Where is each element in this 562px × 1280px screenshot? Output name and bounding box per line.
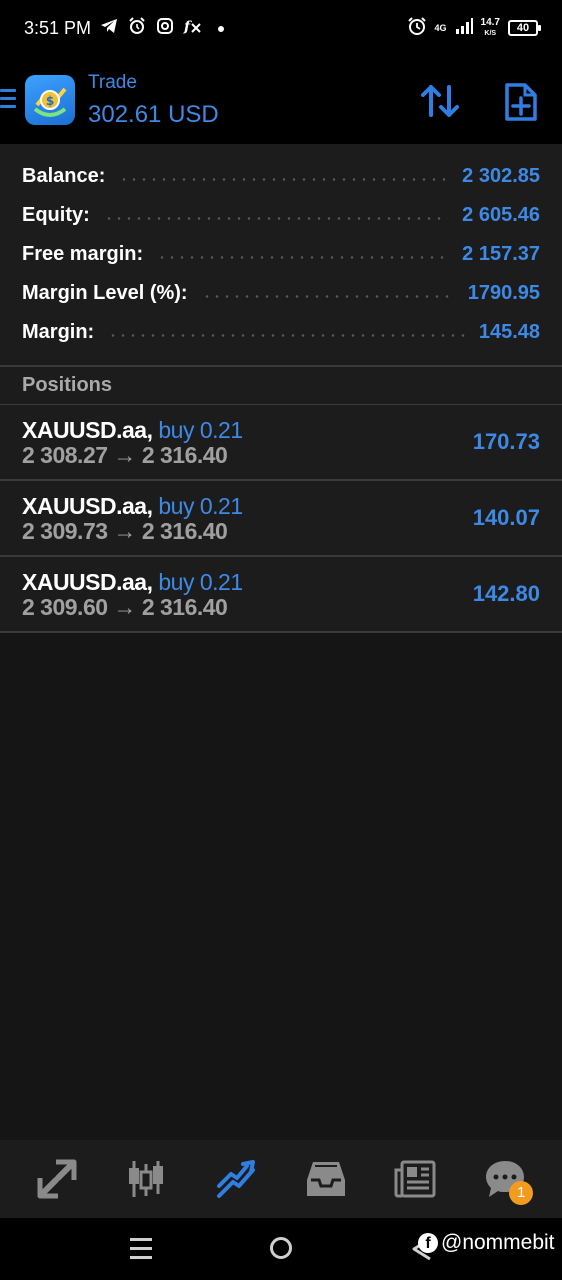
new-order-icon[interactable]: [503, 82, 539, 122]
dotted-leader: [201, 295, 454, 298]
summary-value: 145.48: [478, 321, 540, 343]
page-title: Trade: [88, 72, 137, 93]
summary-row-free-margin: Free margin: 2 157.37: [0, 235, 562, 274]
status-bar: 3:51 PM f 4G 14.7 K/S 40: [0, 0, 562, 56]
position-title: XAUUSD.aa, buy 0.21: [22, 493, 540, 519]
position-side: buy 0.21: [158, 493, 243, 519]
position-side: buy 0.21: [158, 417, 243, 443]
dotted-leader: [157, 256, 449, 259]
nav-messages[interactable]: 1: [475, 1149, 535, 1209]
speed-value: 14.7: [480, 16, 500, 28]
current-price: 2 316.40: [141, 594, 228, 620]
nav-quotes[interactable]: [27, 1149, 87, 1209]
instagram-icon: [155, 17, 175, 39]
position-title: XAUUSD.aa, buy 0.21: [22, 569, 540, 595]
position-title: XAUUSD.aa, buy 0.21: [22, 417, 540, 443]
summary-row-balance: Balance: 2 302.85: [0, 157, 562, 196]
open-price: 2 308.27: [22, 442, 108, 468]
current-price: 2 316.40: [141, 442, 228, 468]
summary-row-margin: Margin: 145.48: [0, 313, 562, 352]
watermark: f @nommebit: [418, 1231, 555, 1255]
alarm-status-icon: [407, 16, 427, 41]
fx-icon: f: [183, 18, 203, 39]
dot-icon: [211, 18, 231, 38]
position-symbol: XAUUSD.aa,: [22, 569, 153, 595]
summary-label: Equity:: [22, 204, 90, 226]
system-navigation-bar: f @nommebit: [0, 1218, 562, 1280]
trade-icon: [217, 1160, 256, 1198]
chart-icon: [129, 1161, 164, 1197]
arrow-icon: →: [113, 594, 136, 620]
speed-unit: K/S: [484, 29, 497, 37]
svg-text:f: f: [183, 19, 193, 34]
metatrader-logo: $: [25, 75, 75, 125]
home-button[interactable]: [270, 1237, 292, 1259]
position-row[interactable]: XAUUSD.aa, buy 0.21 2 308.27 → 2 316.40 …: [0, 405, 562, 481]
position-row[interactable]: XAUUSD.aa, buy 0.21 2 309.73 → 2 316.40 …: [0, 481, 562, 557]
dotted-leader: [103, 217, 449, 220]
positions-list: XAUUSD.aa, buy 0.21 2 308.27 → 2 316.40 …: [0, 405, 562, 633]
arrow-icon: →: [113, 442, 136, 468]
position-symbol: XAUUSD.aa,: [22, 417, 153, 443]
account-summary: Balance: 2 302.85 Equity: 2 605.46 Free …: [0, 144, 562, 366]
summary-row-equity: Equity: 2 605.46: [0, 196, 562, 235]
open-price: 2 309.60: [22, 594, 108, 620]
account-profit: 302.61 USD: [88, 101, 219, 128]
position-prices: 2 309.73 → 2 316.40: [22, 519, 540, 544]
summary-value: 2 157.37: [462, 243, 540, 265]
screen: 3:51 PM f 4G 14.7 K/S 40 $ Trade 302.61 …: [0, 0, 562, 1280]
arrow-icon: →: [113, 518, 136, 544]
svg-text:$: $: [46, 94, 54, 108]
summary-value: 2 605.46: [462, 204, 540, 226]
summary-label: Balance:: [22, 165, 106, 187]
bottom-navigation: 1: [0, 1140, 562, 1218]
current-price: 2 316.40: [141, 518, 228, 544]
status-time: 3:51 PM: [24, 17, 92, 38]
positions-header: Positions: [0, 367, 562, 405]
summary-value: 1790.95: [467, 282, 540, 304]
app-header: $ Trade 302.61 USD: [0, 56, 562, 144]
summary-label: Free margin:: [22, 243, 144, 265]
position-row[interactable]: XAUUSD.aa, buy 0.21 2 309.60 → 2 316.40 …: [0, 557, 562, 633]
battery-indicator: 40: [508, 20, 541, 36]
summary-label: Margin Level (%):: [22, 282, 188, 304]
position-symbol: XAUUSD.aa,: [22, 493, 153, 519]
nav-trade[interactable]: [206, 1149, 266, 1209]
nav-history[interactable]: [296, 1149, 356, 1209]
telegram-icon: [99, 18, 119, 39]
open-price: 2 309.73: [22, 518, 108, 544]
history-icon: [306, 1162, 345, 1196]
position-profit: 142.80: [472, 581, 540, 606]
recent-apps-button[interactable]: [130, 1238, 152, 1260]
position-side: buy 0.21: [158, 569, 243, 595]
alarm-icon: [127, 16, 147, 40]
facebook-icon: f: [418, 1233, 438, 1253]
nav-chart[interactable]: [116, 1149, 176, 1209]
dotted-leader: [108, 334, 465, 337]
dotted-leader: [119, 178, 449, 181]
nav-news[interactable]: [385, 1149, 445, 1209]
summary-value: 2 302.85: [462, 165, 540, 187]
menu-icon[interactable]: [0, 89, 16, 111]
position-profit: 170.73: [472, 429, 540, 454]
position-prices: 2 309.60 → 2 316.40: [22, 595, 540, 620]
position-profit: 140.07: [472, 505, 540, 530]
sort-icon[interactable]: [420, 83, 460, 119]
news-icon: [394, 1160, 436, 1198]
signal-icon: [455, 17, 473, 39]
summary-label: Margin:: [22, 321, 95, 343]
quotes-icon: [37, 1159, 77, 1199]
network-type: 4G: [434, 22, 447, 33]
empty-content-area: [0, 636, 562, 1140]
messages-badge: 1: [509, 1181, 534, 1205]
position-prices: 2 308.27 → 2 316.40: [22, 443, 540, 468]
network-speed: 14.7 K/S: [480, 16, 500, 39]
watermark-text: @nommebit: [441, 1231, 555, 1254]
summary-row-margin-level: Margin Level (%): 1790.95: [0, 274, 562, 313]
